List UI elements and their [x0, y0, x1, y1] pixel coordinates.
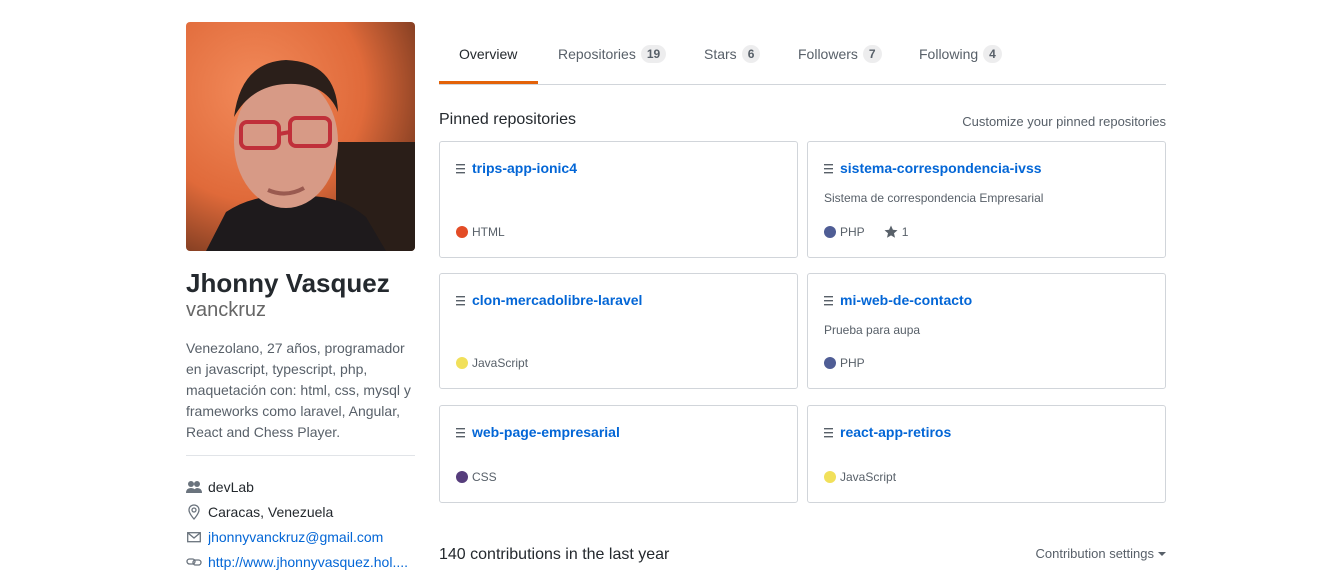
chevron-down-icon [1158, 552, 1166, 556]
repo-icon [456, 428, 465, 438]
pinned-repo-card[interactable]: trips-app-ionic4 HTML [439, 141, 798, 258]
repo-meta: PHP [824, 355, 865, 371]
repo-language: PHP [840, 356, 865, 370]
mail-icon [186, 529, 202, 545]
email-link[interactable]: jhonnyvanckruz@gmail.com [208, 529, 383, 545]
language-color-dot [456, 471, 468, 483]
tab-repositories-count: 19 [640, 44, 667, 63]
repo-language: JavaScript [840, 470, 897, 484]
tab-stars[interactable]: Stars 6 [704, 22, 761, 85]
language-color-dot [824, 357, 836, 369]
profile-fullname: Jhonny Vasquez [186, 268, 390, 298]
people-icon [186, 479, 202, 495]
repo-stars[interactable]: 1 [884, 224, 909, 240]
repo-meta: PHP 1 [824, 224, 908, 240]
tab-following-label: Following [919, 45, 979, 62]
repo-name-link[interactable]: trips-app-ionic4 [472, 160, 577, 177]
detail-website[interactable]: http://www.jhonnyvasquez.hol.... [186, 549, 415, 574]
tab-repositories-label: Repositories [558, 45, 636, 62]
tab-stars-count: 6 [741, 44, 761, 63]
profile-details: devLab Caracas, Venezuela jhonnyvanckruz… [186, 474, 415, 574]
repo-name-link[interactable]: react-app-retiros [840, 424, 951, 441]
tab-following-count: 4 [983, 44, 1002, 63]
profile-username: vanckruz [186, 299, 267, 321]
repo-name-link[interactable]: mi-web-de-contacto [840, 292, 972, 309]
tab-stars-label: Stars [704, 45, 737, 62]
tab-overview[interactable]: Overview [459, 22, 517, 85]
selected-tab-indicator [439, 81, 538, 84]
repo-icon [824, 164, 833, 174]
repo-meta: JavaScript [824, 469, 896, 485]
location-icon [186, 503, 202, 520]
repo-language: CSS [472, 470, 497, 484]
repo-icon [824, 296, 833, 306]
tab-repositories[interactable]: Repositories 19 [558, 22, 667, 85]
profile-bio: Venezolano, 27 años, programador en java… [186, 340, 411, 440]
repo-language: HTML [472, 225, 505, 239]
repo-name-link[interactable]: clon-mercadolibre-laravel [472, 292, 642, 309]
contribution-settings-dropdown[interactable]: Contribution settings [1035, 546, 1166, 562]
pinned-repo-card[interactable]: clon-mercadolibre-laravel JavaScript [439, 273, 798, 389]
pinned-title: Pinned repositories [439, 111, 576, 128]
detail-organization: devLab [186, 474, 415, 499]
pinned-repo-card[interactable]: mi-web-de-contacto Prueba para aupa PHP [807, 273, 1166, 389]
repo-meta: JavaScript [456, 355, 528, 371]
detail-organization-text: devLab [208, 478, 254, 495]
detail-email[interactable]: jhonnyvanckruz@gmail.com [186, 524, 415, 549]
tab-following[interactable]: Following 4 [919, 22, 1002, 85]
repo-name-link[interactable]: sistema-correspondencia-ivss [840, 160, 1042, 177]
repo-language: JavaScript [472, 356, 529, 370]
language-color-dot [824, 471, 836, 483]
star-icon [884, 225, 898, 238]
website-link[interactable]: http://www.jhonnyvasquez.hol.... [208, 554, 408, 570]
repo-language: PHP [840, 225, 865, 239]
language-color-dot [456, 226, 468, 238]
detail-location: Caracas, Venezuela [186, 499, 415, 524]
avatar[interactable] [186, 22, 415, 251]
repo-icon [824, 428, 833, 438]
customize-pinned-button[interactable]: Customize your pinned repositories [962, 114, 1166, 130]
language-color-dot [824, 226, 836, 238]
repo-meta: HTML [456, 224, 505, 240]
pinned-repo-card[interactable]: sistema-correspondencia-ivss Sistema de … [807, 141, 1166, 258]
link-icon [186, 554, 202, 570]
tab-followers-label: Followers [798, 45, 858, 62]
profile-tabs: Overview Repositories 19 Stars 6 Followe… [439, 22, 1166, 85]
tab-overview-label: Overview [459, 45, 518, 62]
repo-icon [456, 296, 465, 306]
tab-followers-count: 7 [862, 44, 882, 63]
language-color-dot [456, 357, 468, 369]
repo-description: Prueba para aupa [824, 323, 921, 337]
tab-followers[interactable]: Followers 7 [798, 22, 882, 85]
contribution-settings-label: Contribution settings [1035, 546, 1154, 561]
detail-location-text: Caracas, Venezuela [208, 503, 334, 520]
pinned-repo-card[interactable]: react-app-retiros JavaScript [807, 405, 1166, 503]
repo-description: Sistema de correspondencia Empresarial [824, 191, 1044, 205]
contributions-title: 140 contributions in the last year [439, 546, 670, 563]
repo-stars-count: 1 [901, 225, 909, 239]
pinned-repo-card[interactable]: web-page-empresarial CSS [439, 405, 798, 503]
repo-icon [456, 164, 465, 174]
repo-name-link[interactable]: web-page-empresarial [472, 424, 620, 441]
profile-divider [186, 455, 415, 456]
repo-meta: CSS [456, 469, 497, 485]
